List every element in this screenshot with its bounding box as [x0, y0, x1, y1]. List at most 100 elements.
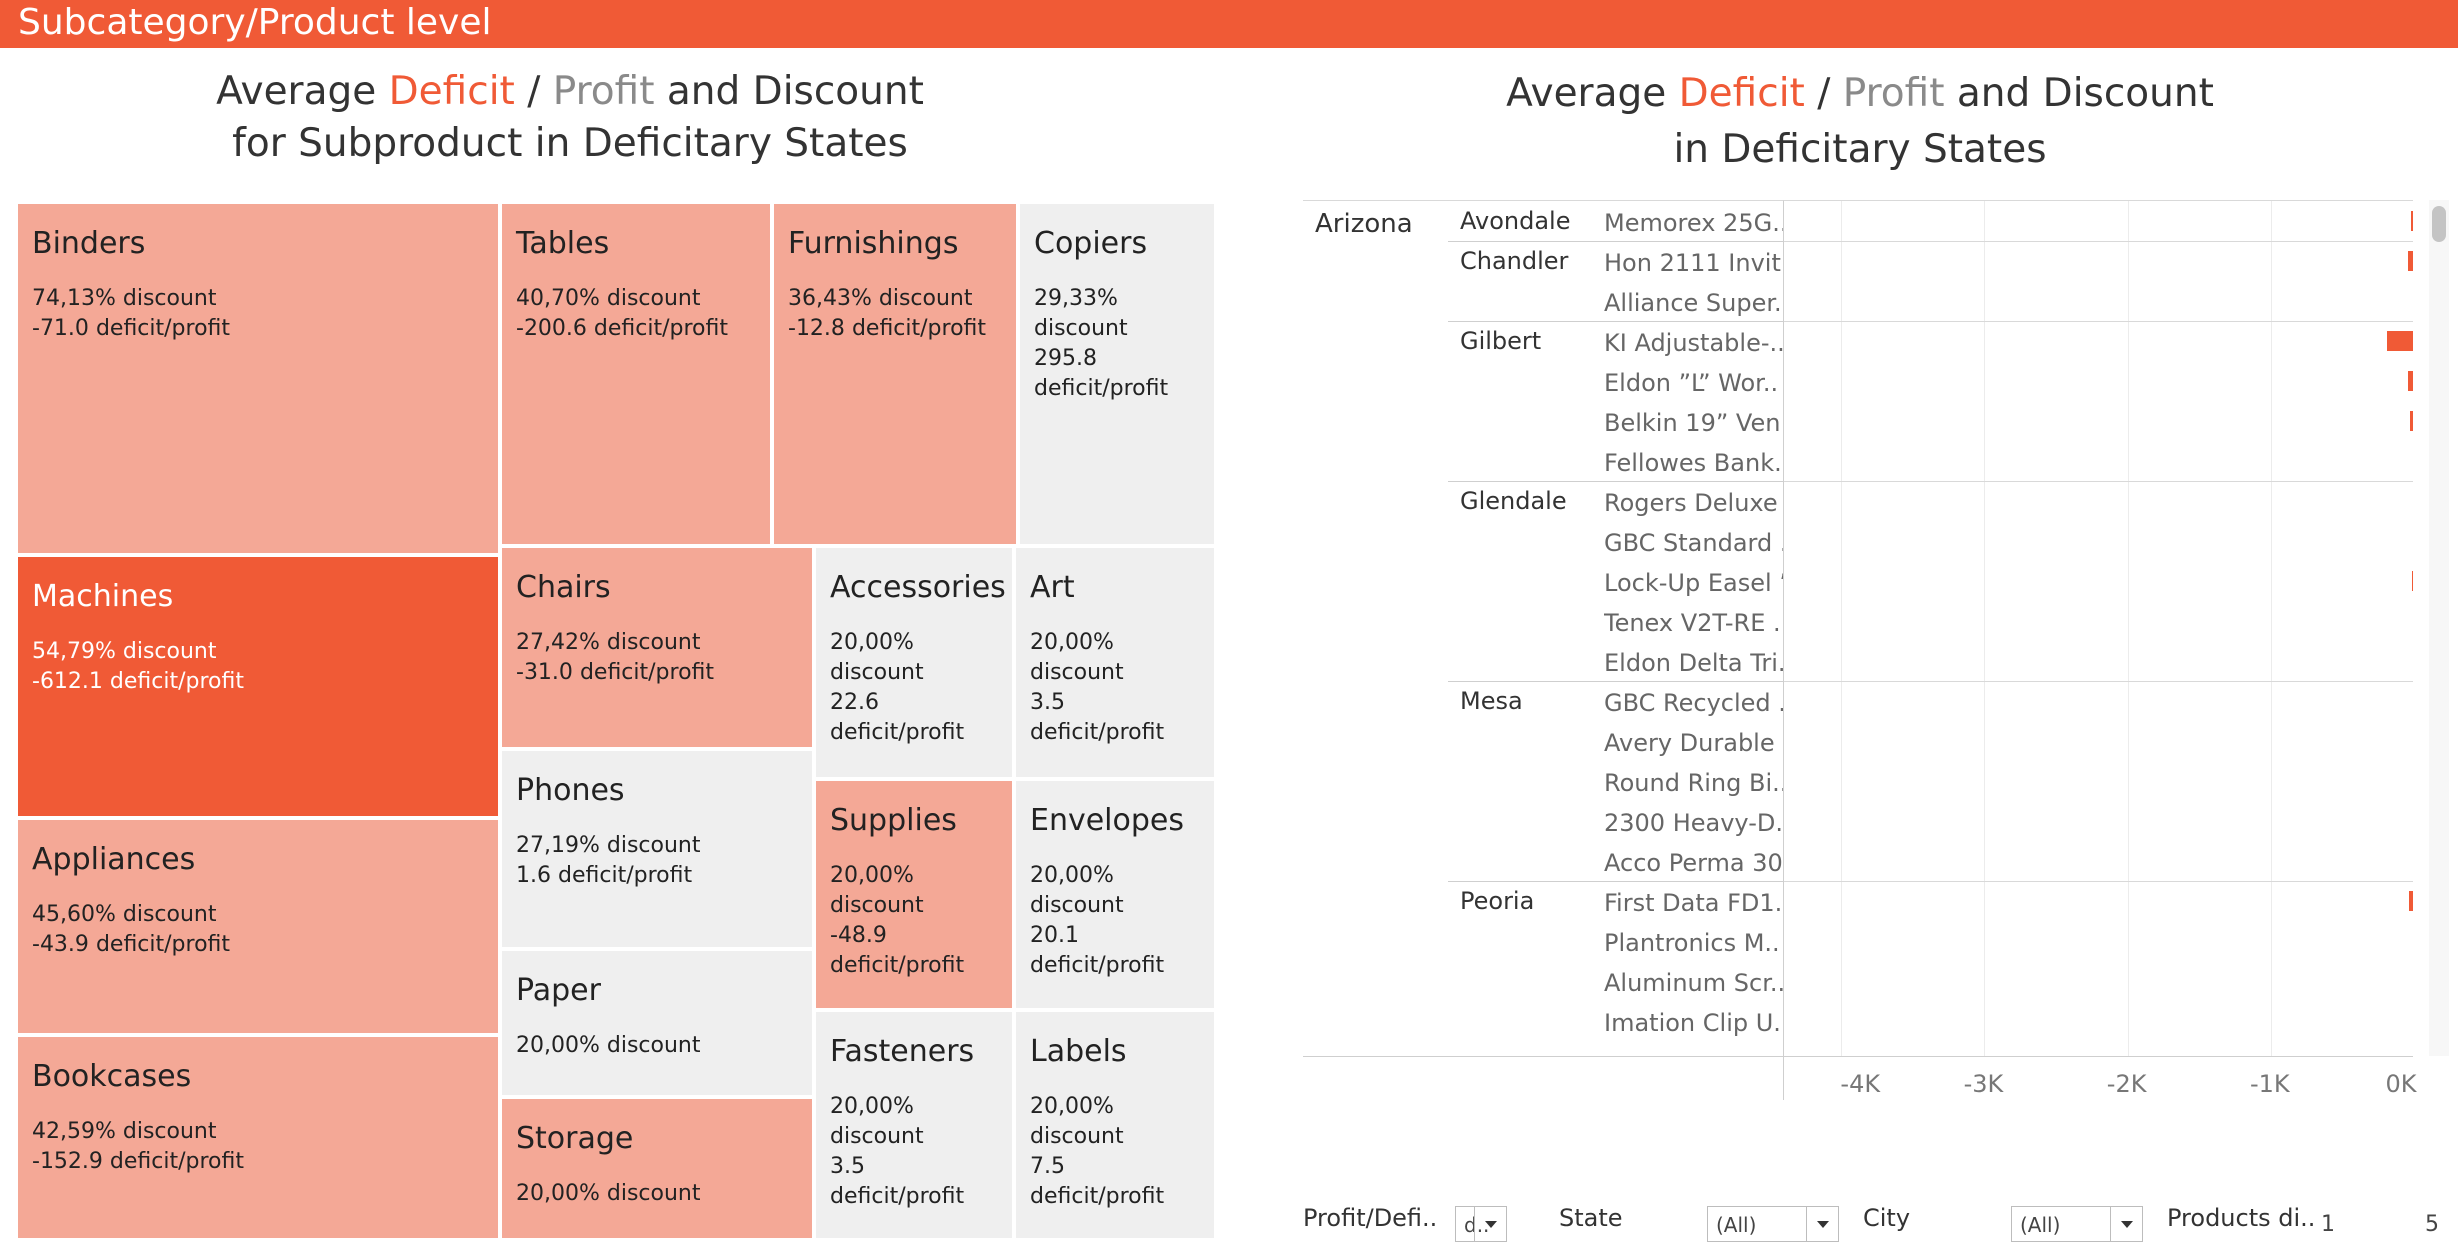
tile-furnishings[interactable]: Furnishings 36,43% discount -12.8 defici… [772, 202, 1018, 546]
chevron-down-icon[interactable] [2110, 1207, 2142, 1241]
profit-filter-label: Profit/Defi.. [1303, 1204, 1438, 1232]
x-tick-label: -4K [1840, 1070, 1881, 1098]
deficit-value: 295.8 [1034, 346, 1097, 371]
deficit-value: 1.6 [516, 863, 551, 888]
tile-machines[interactable]: Machines 54,79% discount -612.1 deficit/… [16, 555, 500, 818]
deficit-bar[interactable] [2410, 411, 2413, 431]
product-label[interactable]: Avery Durable .. [1604, 729, 1783, 757]
tile-discount: 74,13% discount [32, 284, 484, 314]
deficit-value: -12.8 [788, 316, 845, 341]
x-tick-label: -3K [1963, 1070, 2004, 1098]
discount-label: discount [606, 833, 701, 858]
tile-appliances[interactable]: Appliances 45,60% discount -43.9 deficit… [16, 818, 500, 1035]
tile-labels[interactable]: Labels 20,00% discount 7.5 deficit/profi… [1014, 1010, 1216, 1240]
product-label[interactable]: Hon 2111 Invit.. [1604, 249, 1783, 277]
discount-label: discount [1034, 316, 1128, 341]
products-range-min[interactable]: 1 [2321, 1212, 2335, 1237]
city-separator-line [1784, 321, 2413, 322]
tile-fasteners[interactable]: Fasteners 20,00% discount 3.5 deficit/pr… [814, 1010, 1014, 1240]
product-label[interactable]: Eldon Delta Tri.. [1604, 649, 1783, 677]
product-label[interactable]: Belkin 19” Ven.. [1604, 409, 1783, 437]
state-filter-dropdown[interactable]: (All) [1707, 1206, 1839, 1242]
discount-label: discount [606, 1033, 701, 1058]
tile-deficit: -12.8 deficit/profit [788, 314, 1002, 344]
product-label[interactable]: Memorex 25G.. [1604, 209, 1783, 237]
deficit-bar[interactable] [2411, 211, 2413, 231]
product-label[interactable]: Acco Perma 30.. [1604, 849, 1783, 877]
product-label[interactable]: Lock-Up Easel ’.. [1604, 569, 1783, 597]
discount-value: 20,00% [830, 630, 914, 655]
discount-value: 20,00% [516, 1181, 600, 1206]
product-label[interactable]: KI Adjustable-.. [1604, 329, 1783, 357]
tile-copiers[interactable]: Copiers 29,33% discount 295.8 deficit/pr… [1018, 202, 1216, 546]
city-filter-value: (All) [2020, 1213, 2061, 1237]
product-label[interactable]: GBC Recycled .. [1604, 689, 1783, 717]
tile-art[interactable]: Art 20,00% discount 3.5 deficit/profit [1014, 546, 1216, 779]
product-label[interactable]: Eldon ”L” Wor.. [1604, 369, 1783, 397]
chevron-down-icon[interactable] [1474, 1207, 1506, 1241]
product-label[interactable]: Imation Clip U.. [1604, 1009, 1783, 1037]
tile-name: Chairs [516, 570, 611, 605]
deficit-label: deficit/profit [593, 316, 728, 341]
filter-bar: Profit/Defi.. d.. State (All) City (All)… [1303, 1200, 2453, 1244]
profit-filter-dropdown[interactable]: d.. [1455, 1206, 1507, 1242]
product-label[interactable]: Aluminum Scr.. [1604, 969, 1783, 997]
deficit-bar[interactable] [2407, 251, 2413, 271]
product-label[interactable]: First Data FD1.. [1604, 889, 1783, 917]
discount-label: discount [1030, 660, 1124, 685]
chevron-down-icon[interactable] [1806, 1207, 1838, 1241]
vertical-scrollbar[interactable] [2429, 200, 2449, 1056]
tile-supplies[interactable]: Supplies 20,00% discount -48.9 deficit/p… [814, 779, 1014, 1010]
deficit-label: deficit/profit [109, 1149, 244, 1174]
discount-label: discount [122, 639, 217, 664]
tile-tables[interactable]: Tables 40,70% discount -200.6 deficit/pr… [500, 202, 772, 546]
discount-value: 29,33% [1034, 286, 1118, 311]
product-label[interactable]: Fellowes Bank.. [1604, 449, 1783, 477]
x-tick-label: -1K [2249, 1070, 2290, 1098]
tile-bookcases[interactable]: Bookcases 42,59% discount -152.9 deficit… [16, 1035, 500, 1240]
tile-paper[interactable]: Paper 20,00% discount [500, 949, 814, 1097]
products-range-max[interactable]: 5 [2425, 1212, 2439, 1237]
deficit-value: 22.6 [830, 690, 879, 715]
discount-value: 27,19% [516, 833, 600, 858]
product-label[interactable]: Round Ring Bi.. [1604, 769, 1783, 797]
product-label[interactable]: Tenex V2T-RE .. [1604, 609, 1783, 637]
product-label[interactable]: Plantronics M.. [1604, 929, 1783, 957]
tile-accessories[interactable]: Accessories 20,00% discount 22.6 deficit… [814, 546, 1014, 779]
city-filter-dropdown[interactable]: (All) [2011, 1206, 2143, 1242]
deficit-label: deficit/profit [830, 1184, 965, 1209]
city-label: Peoria [1460, 887, 1535, 915]
deficit-bar-chart: Arizona Avondale Memorex 25G.. Chandler Hon… [1303, 200, 2453, 1100]
title-deficit: Deficit [388, 69, 515, 114]
deficit-bar[interactable] [2386, 331, 2413, 351]
product-label[interactable]: 2300 Heavy-D.. [1604, 809, 1783, 837]
deficit-bar[interactable] [2408, 371, 2413, 391]
tile-name: Copiers [1034, 226, 1148, 261]
city-separator [1448, 321, 1783, 322]
scrollbar-thumb[interactable] [2432, 206, 2446, 242]
tile-discount: 36,43% discount [788, 284, 1002, 314]
tile-binders[interactable]: Binders 74,13% discount -71.0 deficit/pr… [16, 202, 500, 555]
products-filter-label: Products di.. [2167, 1204, 2316, 1232]
tile-envelopes[interactable]: Envelopes 20,00% discount 20.1 deficit/p… [1014, 779, 1216, 1010]
header-bar: Subcategory/Product level [0, 0, 2458, 48]
deficit-value: 3.5 [1030, 690, 1065, 715]
product-label[interactable]: Rogers Deluxe .. [1604, 489, 1783, 517]
deficit-value: -48.9 [830, 923, 887, 948]
discount-label: discount [122, 902, 217, 927]
tile-storage[interactable]: Storage 20,00% discount [500, 1097, 814, 1240]
city-label: Avondale [1460, 207, 1571, 235]
discount-value: 74,13% [32, 286, 116, 311]
deficit-bar[interactable] [2412, 571, 2413, 591]
tile-name: Machines [32, 579, 174, 614]
deficit-bar[interactable] [2408, 891, 2413, 911]
tile-deficit: -43.9 deficit/profit [32, 930, 484, 960]
tile-chairs[interactable]: Chairs 27,42% discount -31.0 deficit/pro… [500, 546, 814, 749]
tile-phones[interactable]: Phones 27,19% discount 1.6 deficit/profi… [500, 749, 814, 949]
deficit-value: 7.5 [1030, 1154, 1065, 1179]
product-label[interactable]: GBC Standard .. [1604, 529, 1783, 557]
product-label[interactable]: Alliance Super.. [1604, 289, 1783, 317]
bar-chart-title-line2: in Deficitary States [1673, 127, 2047, 172]
deficit-value: 20.1 [1030, 923, 1079, 948]
deficit-value: -31.0 [516, 660, 573, 685]
